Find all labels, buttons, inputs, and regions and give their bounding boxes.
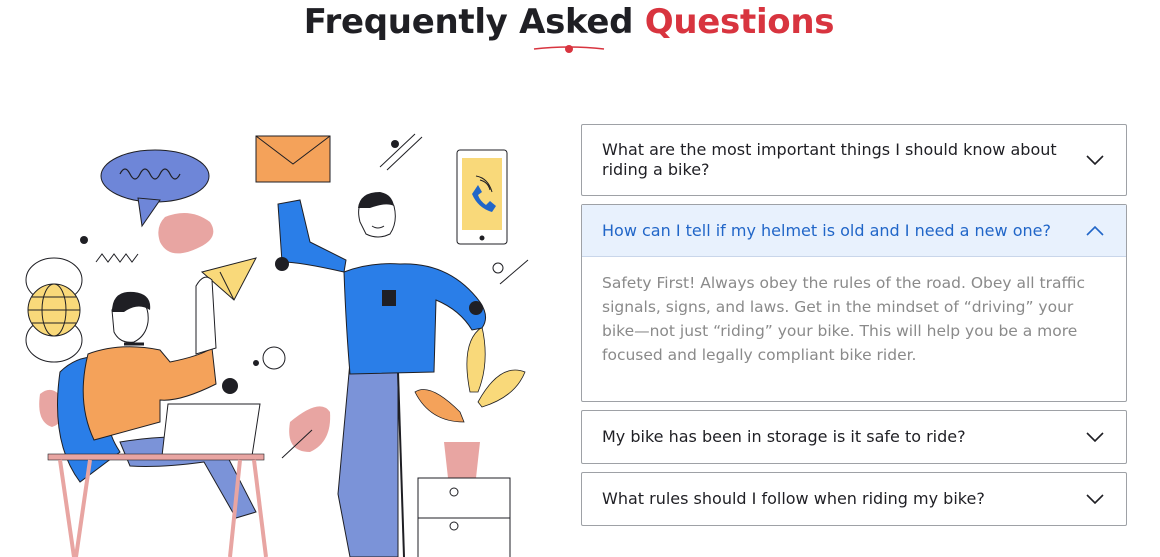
- title-accent: Questions: [644, 2, 835, 42]
- chevron-down-icon: [1086, 432, 1104, 442]
- chevron-up-icon: [1086, 225, 1104, 236]
- faq-item-storage: My bike has been in storage is it safe t…: [581, 410, 1127, 464]
- faq-question-text: How can I tell if my helmet is old and I…: [602, 220, 1051, 240]
- title-underline-decoration: [533, 45, 605, 53]
- title-main: Frequently Asked: [303, 2, 634, 42]
- faq-question-text: My bike has been in storage is it safe t…: [602, 427, 966, 446]
- faq-illustration: [25, 133, 529, 557]
- faq-answer-text: Safety First! Always obey the rules of t…: [602, 274, 1085, 364]
- faq-question-text: What rules should I follow when riding m…: [602, 489, 985, 508]
- chevron-down-icon: [1086, 494, 1104, 504]
- page-title: Frequently Asked Questions: [0, 2, 1138, 42]
- faq-question-text: What are the most important things I sho…: [602, 140, 1057, 179]
- faq-item-rules: What rules should I follow when riding m…: [581, 472, 1127, 526]
- faq-question-button[interactable]: What are the most important things I sho…: [582, 125, 1126, 195]
- faq-item-helmet: How can I tell if my helmet is old and I…: [581, 204, 1127, 402]
- faq-question-button[interactable]: My bike has been in storage is it safe t…: [582, 411, 1126, 463]
- faq-question-button[interactable]: How can I tell if my helmet is old and I…: [582, 205, 1126, 257]
- chevron-down-icon: [1086, 155, 1104, 165]
- faq-question-button[interactable]: What rules should I follow when riding m…: [582, 473, 1126, 525]
- faq-item-riding-basics: What are the most important things I sho…: [581, 124, 1127, 196]
